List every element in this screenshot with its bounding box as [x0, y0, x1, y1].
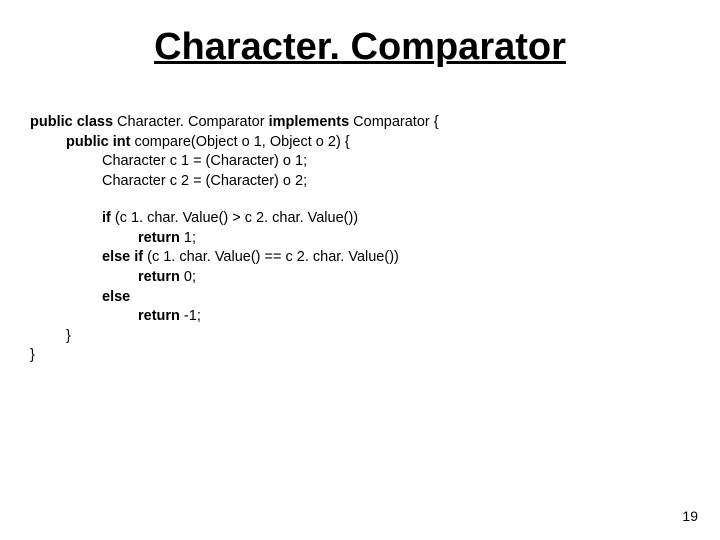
code-text: Comparator { — [353, 114, 438, 130]
keyword-return: return — [138, 230, 184, 246]
code-line: } — [30, 346, 690, 366]
code-text: -1; — [184, 308, 201, 324]
class-name: Character. Comparator — [117, 114, 269, 130]
keyword-return: return — [138, 308, 184, 324]
code-text: (c 1. char. Value() == c 2. char. Value(… — [147, 249, 399, 265]
code-text: 1; — [184, 230, 196, 246]
code-block: public class Character. Comparator imple… — [30, 113, 690, 366]
code-line: public int compare(Object o 1, Object o … — [66, 133, 690, 153]
code-line: public class Character. Comparator imple… — [30, 113, 690, 133]
code-line: else — [102, 288, 690, 308]
keyword-else-if: else if — [102, 249, 147, 265]
code-line: Character c 1 = (Character) o 1; — [102, 152, 690, 172]
keyword-return: return — [138, 269, 184, 285]
code-line: return 1; — [138, 229, 690, 249]
code-line: else if (c 1. char. Value() == c 2. char… — [102, 248, 690, 268]
keyword-implements: implements — [269, 114, 354, 130]
code-line: if (c 1. char. Value() > c 2. char. Valu… — [102, 209, 690, 229]
code-line: Character c 2 = (Character) o 2; — [102, 172, 690, 192]
slide-title: Character. Comparator — [30, 26, 690, 69]
code-line: return 0; — [138, 268, 690, 288]
blank-line — [30, 191, 690, 209]
code-text: 0; — [184, 269, 196, 285]
page-number: 19 — [682, 508, 698, 524]
code-text: compare(Object o 1, Object o 2) { — [134, 134, 349, 150]
keyword-else: else — [102, 289, 130, 305]
slide: Character. Comparator public class Chara… — [0, 0, 720, 540]
keyword-public-int: public int — [66, 134, 134, 150]
keyword-if: if — [102, 210, 115, 226]
code-line: return -1; — [138, 307, 690, 327]
keyword-public-class: public class — [30, 114, 117, 130]
code-text: (c 1. char. Value() > c 2. char. Value()… — [115, 210, 358, 226]
code-line: } — [66, 327, 690, 347]
